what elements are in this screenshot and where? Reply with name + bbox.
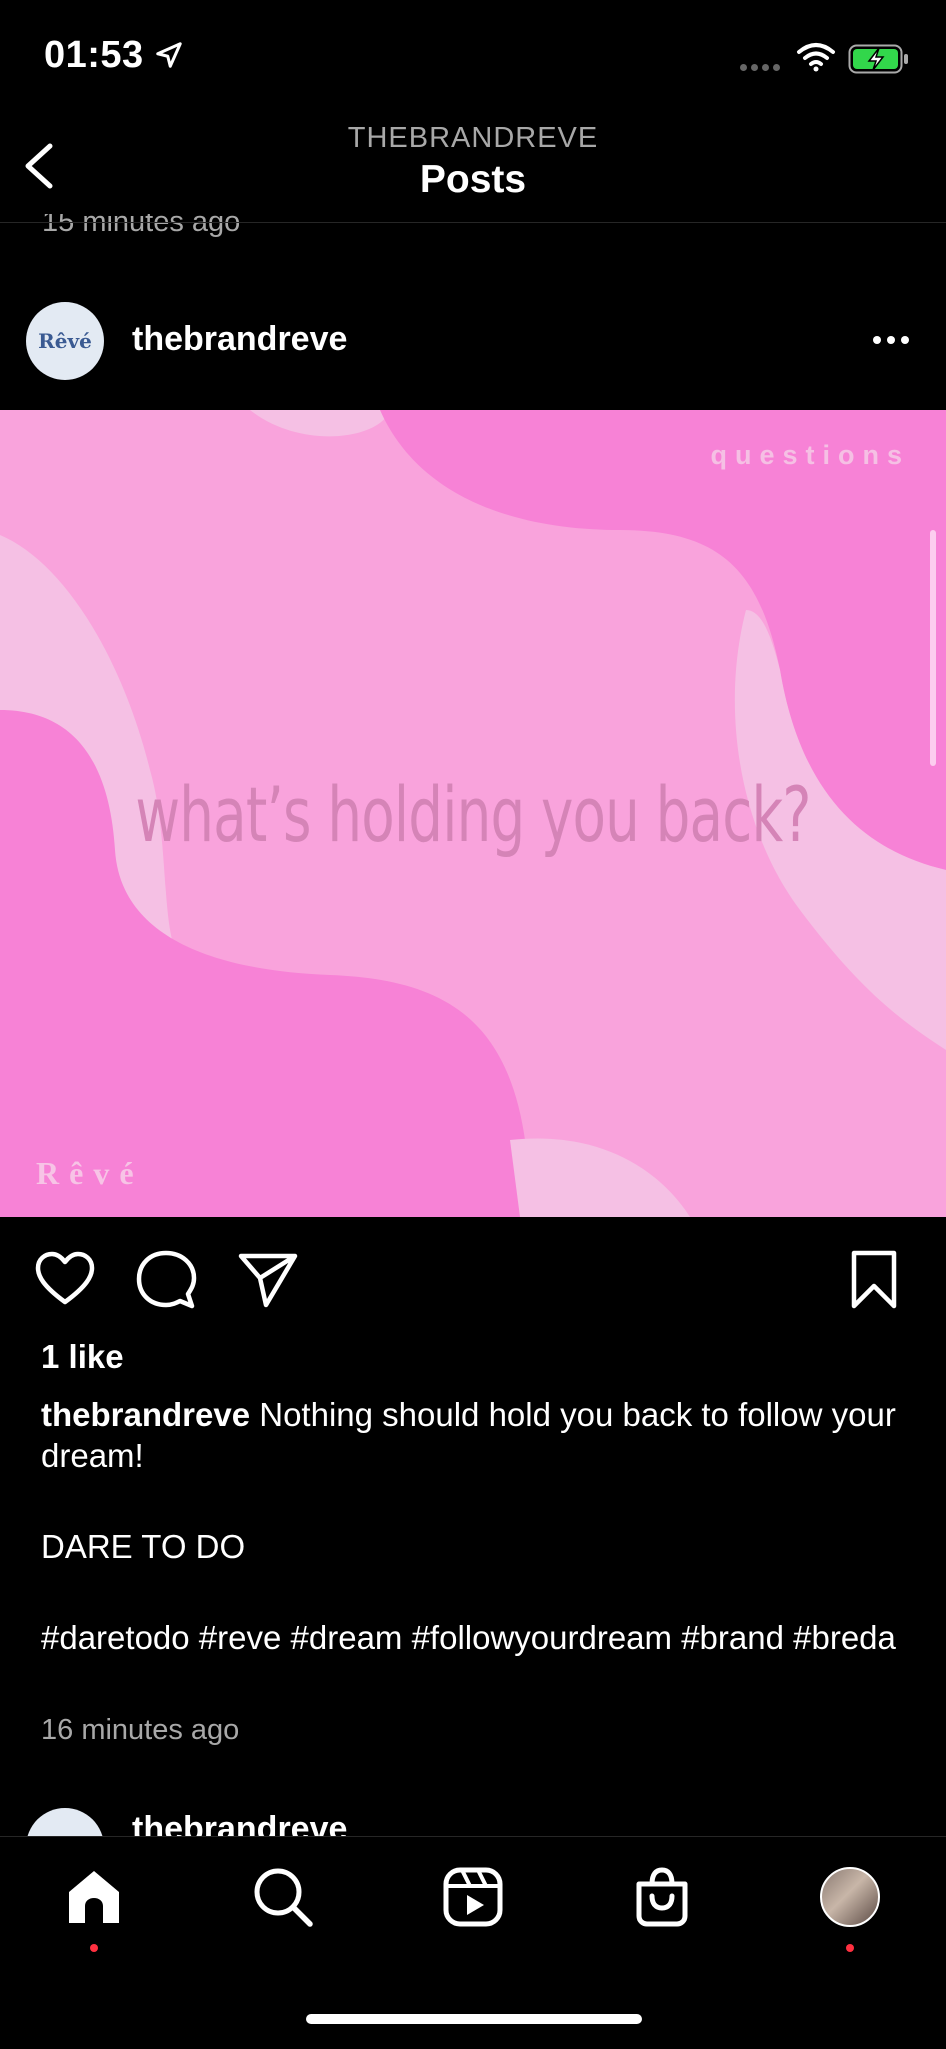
shop-icon <box>636 1867 688 1927</box>
search-icon <box>254 1868 313 1927</box>
image-quote-text: what’s holding you back? <box>135 770 811 859</box>
profile-avatar <box>820 1867 880 1927</box>
account-label: THEBRANDREVE <box>347 122 599 154</box>
tab-search[interactable] <box>248 1862 318 1932</box>
post-username[interactable]: thebrandreve <box>132 320 347 359</box>
scrollbar[interactable] <box>930 530 936 766</box>
home-icon <box>69 1871 119 1923</box>
image-logo-text: Rêvé <box>36 1155 144 1191</box>
save-button[interactable] <box>842 1248 906 1312</box>
post-avatar[interactable]: Rêvé <box>26 302 104 380</box>
status-time: 01:53 <box>44 34 144 76</box>
location-arrow-icon <box>154 40 184 75</box>
caption-username[interactable]: thebrandreve <box>41 1396 250 1433</box>
avatar-logo-text: Rêvé <box>38 329 92 353</box>
tab-profile[interactable] <box>815 1862 885 1932</box>
like-button[interactable] <box>33 1248 97 1312</box>
tab-shop[interactable] <box>627 1862 697 1932</box>
tab-home[interactable] <box>59 1862 129 1932</box>
post-caption: thebrandreve Nothing should hold you bac… <box>41 1394 901 1658</box>
caption-slogan: DARE TO DO <box>41 1528 246 1565</box>
paper-plane-icon <box>238 1253 298 1308</box>
post-timestamp: 16 minutes ago <box>41 1714 240 1746</box>
likes-count[interactable]: 1 like <box>41 1338 124 1376</box>
comment-button[interactable] <box>134 1248 198 1312</box>
bookmark-icon <box>851 1250 897 1309</box>
page-title: Posts <box>419 158 527 201</box>
heart-icon <box>35 1251 95 1305</box>
comment-icon <box>136 1250 197 1309</box>
more-options-button[interactable] <box>868 325 914 355</box>
home-notification-dot <box>90 1944 98 1952</box>
tab-reels[interactable] <box>438 1862 508 1932</box>
share-button[interactable] <box>236 1248 300 1312</box>
caption-hashtags[interactable]: #daretodo #reve #dream #followyourdream … <box>41 1617 901 1658</box>
profile-notification-dot <box>846 1944 854 1952</box>
home-indicator[interactable] <box>306 2014 642 2024</box>
wifi-icon <box>796 42 836 77</box>
header-divider <box>0 222 946 223</box>
cellular-signal-icon <box>740 58 784 76</box>
image-tag-text: questions <box>710 440 910 470</box>
reels-icon <box>443 1867 503 1927</box>
battery-charging-icon <box>848 44 910 79</box>
